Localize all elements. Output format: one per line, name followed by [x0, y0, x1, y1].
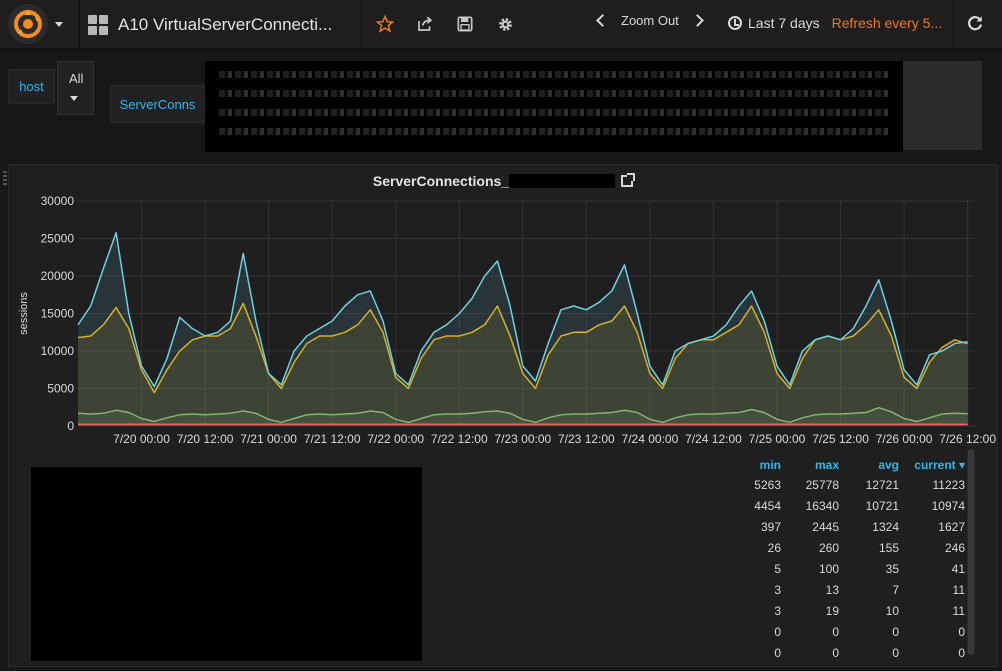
legend-min-value: 26 [767, 541, 781, 555]
legend-avg-value: 0 [892, 625, 899, 639]
x-tick-label: 7/25 12:00 [812, 432, 869, 446]
x-tick-label: 7/21 00:00 [240, 432, 297, 446]
chevron-down-icon [55, 21, 63, 27]
legend-current-value: 246 [944, 541, 965, 555]
host-variable-value: All [69, 71, 84, 86]
legend-avg-value: 10 [885, 604, 899, 618]
dashboard-grid-icon [88, 15, 108, 35]
x-tick-label: 7/22 00:00 [367, 432, 424, 446]
y-tick-label: 0 [67, 419, 74, 433]
zoom-controls: Zoom Out [596, 13, 704, 28]
x-tick-label: 7/23 12:00 [558, 432, 615, 446]
legend-min-value: 4454 [754, 499, 781, 513]
y-tick-label: 25000 [41, 232, 75, 246]
legend-max-value: 0 [832, 625, 839, 639]
y-tick-label: 15000 [41, 307, 75, 321]
x-tick-label: 7/24 12:00 [685, 432, 742, 446]
variable-dropdown-area[interactable] [897, 61, 982, 150]
y-tick-label: 10000 [41, 344, 75, 358]
x-tick-label: 7/22 12:00 [431, 432, 488, 446]
x-tick-label: 7/20 00:00 [113, 432, 170, 446]
drag-handle-icon[interactable] [3, 171, 7, 185]
legend-max-value: 100 [818, 562, 839, 576]
time-picker-button[interactable]: Last 7 days Refresh every 5... [728, 15, 942, 31]
legend-col-avg[interactable]: avg [849, 458, 899, 472]
legend-avg-value: 0 [892, 646, 899, 660]
legend-min-value: 5 [774, 562, 781, 576]
refresh-icon[interactable] [966, 14, 984, 32]
x-tick-label: 7/26 12:00 [939, 432, 996, 446]
y-axis-label: sessions [18, 292, 30, 335]
x-tick-label: 7/23 00:00 [494, 432, 551, 446]
legend-col-min[interactable]: min [731, 458, 781, 472]
legend-avg-value: 35 [885, 562, 899, 576]
chevron-down-icon [70, 96, 78, 101]
gear-icon[interactable] [495, 13, 515, 35]
chevron-left-icon[interactable] [596, 14, 609, 27]
legend-avg-value: 12721 [865, 478, 899, 492]
legend-avg-value: 7 [892, 583, 899, 597]
star-icon[interactable] [375, 13, 395, 35]
legend-current-value: 0 [958, 646, 965, 660]
legend-current-value: 1627 [938, 520, 965, 534]
legend-min-value: 5263 [754, 478, 781, 492]
legend-current-value: 0 [958, 625, 965, 639]
host-variable-dropdown[interactable]: All [57, 61, 94, 115]
dashboard-title-button[interactable]: A10 VirtualServerConnecti... [88, 12, 332, 38]
save-icon[interactable] [455, 13, 475, 35]
legend-min-value: 397 [760, 520, 781, 534]
dashboard-title: A10 VirtualServerConnecti... [118, 15, 333, 34]
chevron-right-icon[interactable] [690, 14, 704, 27]
x-tick-label: 7/24 00:00 [622, 432, 679, 446]
legend-current-value: 11 [952, 583, 965, 597]
legend-max-value: 16340 [805, 499, 839, 513]
legend-avg-value: 1324 [872, 520, 899, 534]
legend-avg-value: 10721 [865, 499, 899, 513]
refresh-interval-label: Refresh every 5... [831, 15, 943, 31]
divider [361, 0, 362, 48]
time-range-label: Last 7 days [748, 15, 820, 31]
x-tick-label: 7/20 12:00 [177, 432, 234, 446]
x-tick-label: 7/21 12:00 [304, 432, 361, 446]
divider [953, 0, 954, 48]
y-tick-label: 20000 [41, 269, 75, 283]
legend-max-value: 2445 [812, 520, 839, 534]
redacted-serverconns-values[interactable] [205, 61, 903, 152]
line-chart: 0 5000 10000 15000 20000 25000 30000 7/20 00:00… [18, 194, 996, 446]
legend-scrollbar[interactable] [967, 449, 975, 655]
legend-avg-value: 155 [878, 541, 899, 555]
legend-min-value: 0 [774, 625, 781, 639]
share-icon[interactable] [415, 13, 435, 35]
legend-min-value: 0 [774, 646, 781, 660]
legend-current-value: 10974 [931, 499, 965, 513]
host-variable-label: host [8, 69, 55, 104]
legend-col-max[interactable]: max [789, 458, 839, 472]
clock-icon [728, 16, 742, 30]
scrollbar-thumb[interactable] [968, 449, 974, 655]
y-tick-label: 30000 [41, 194, 75, 208]
top-navbar: A10 VirtualServerConnecti... Zoom Out La… [0, 0, 1002, 49]
serverconns-variable-label: ServerConns [110, 85, 205, 123]
legend-current-value: 41 [951, 562, 965, 576]
divider [79, 0, 80, 48]
x-tick-label: 7/25 00:00 [749, 432, 806, 446]
legend-max-value: 19 [825, 604, 839, 618]
grafana-logo-icon [8, 4, 48, 44]
legend-current-value: 11 [952, 604, 965, 618]
zoom-out-button[interactable]: Zoom Out [621, 13, 679, 28]
legend-max-value: 13 [825, 583, 839, 597]
legend-min-value: 3 [774, 604, 781, 618]
legend-col-current[interactable]: current ▾ [897, 458, 965, 472]
graph-panel: ServerConnections_ 0 5000 10000 15000 20000 2… [3, 164, 998, 667]
legend-max-value: 25778 [805, 478, 839, 492]
legend-max-value: 0 [832, 646, 839, 660]
legend-max-value: 260 [818, 541, 839, 555]
y-tick-label: 5000 [47, 382, 74, 396]
x-tick-label: 7/26 00:00 [876, 432, 933, 446]
grafana-menu-button[interactable] [8, 3, 74, 45]
redacted-series-names [31, 467, 422, 661]
legend-min-value: 3 [774, 583, 781, 597]
legend-current-value: 11223 [932, 478, 965, 492]
